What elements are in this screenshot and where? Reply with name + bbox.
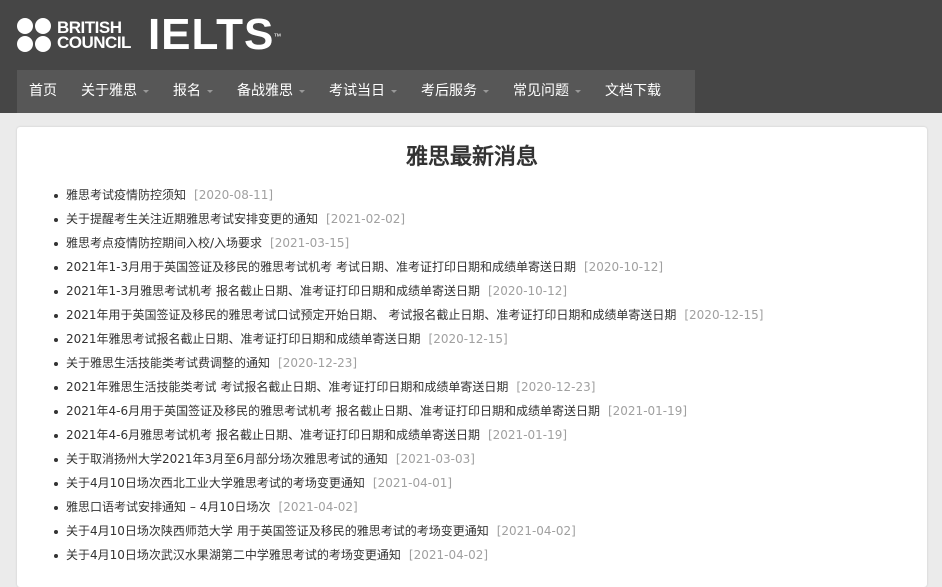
caret-down-icon [391,89,397,93]
news-link[interactable]: 关于提醒考生关注近期雅思考试安排变更的通知 [66,212,318,226]
bullet-icon [54,481,58,486]
news-item: 关于4月10日场次陕西师范大学 用于英国签证及移民的雅思考试的考场变更通知 [20… [54,519,927,543]
nav-item-0[interactable]: 首页 [17,70,69,113]
site-header: BRITISH COUNCIL IELTS ™ 首页 关于雅思 报名 备战雅思 考试当日 考… [0,0,942,113]
news-item: 关于取消扬州大学2021年3月至6月部分场次雅思考试的通知 [2021-03-03… [54,447,927,471]
british-council-wordmark: BRITISH COUNCIL [57,19,131,52]
nav-item-2[interactable]: 报名 [161,70,225,113]
news-item: 2021年雅思考试报名截止日期、准考证打印日期和成绩单寄送日期 [2020-12-… [54,327,927,351]
nav-item-label: 文档下载 [605,83,661,99]
news-link[interactable]: 2021年4-6月用于英国签证及移民的雅思考试机考 报名截止日期、准考证打印日期… [66,404,600,418]
nav-item-label: 关于雅思 [81,83,137,99]
news-link[interactable]: 关于4月10日场次陕西师范大学 用于英国签证及移民的雅思考试的考场变更通知 [66,524,489,538]
news-date: [2020-12-23] [278,356,358,370]
news-link[interactable]: 关于取消扬州大学2021年3月至6月部分场次雅思考试的通知 [66,452,388,466]
news-link[interactable]: 2021年雅思生活技能类考试 考试报名截止日期、准考证打印日期和成绩单寄送日期 [66,380,508,394]
caret-down-icon [207,89,213,93]
nav-item-label: 考后服务 [421,83,477,99]
news-date: [2020-08-11] [194,188,274,202]
news-item: 关于4月10日场次西北工业大学雅思考试的考场变更通知 [2021-04-01] [54,471,927,495]
ielts-logo[interactable]: IELTS ™ [147,10,281,59]
nav-item-label: 常见问题 [513,83,569,99]
caret-down-icon [483,89,489,93]
bullet-icon [54,265,58,270]
british-council-dots-icon [17,18,51,52]
bullet-icon [54,217,58,222]
news-date: [2020-12-15] [684,308,764,322]
nav-item-6[interactable]: 常见问题 [501,70,593,113]
news-link[interactable]: 关于4月10日场次西北工业大学雅思考试的考场变更通知 [66,476,365,490]
main-nav: 首页 关于雅思 报名 备战雅思 考试当日 考后服务 常见问题 文档下载 [17,70,695,113]
bullet-icon [54,433,58,438]
nav-item-label: 备战雅思 [237,83,293,99]
nav-item-4[interactable]: 考试当日 [317,70,409,113]
logo-row: BRITISH COUNCIL IELTS ™ [0,0,942,70]
bullet-icon [54,361,58,366]
news-date: [2020-10-12] [583,260,664,274]
nav-item-label: 报名 [173,83,201,99]
news-item: 雅思口语考试安排通知 – 4月10日场次 [2021-04-02] [54,495,927,519]
news-link[interactable]: 雅思考点疫情防控期间入校/入场要求 [66,236,262,250]
bullet-icon [54,241,58,246]
news-date: [2021-04-02] [278,500,358,514]
news-link[interactable]: 2021年4-6月雅思考试机考 报名截止日期、准考证打印日期和成绩单寄送日期 [66,428,480,442]
news-date: [2021-04-02] [408,548,489,562]
news-link[interactable]: 雅思口语考试安排通知 – 4月10日场次 [66,500,271,514]
news-item: 2021年1-3月用于英国签证及移民的雅思考试机考 考试日期、准考证打印日期和成… [54,255,927,279]
nav-item-label: 首页 [29,83,57,99]
news-panel: 雅思最新消息 雅思考试疫情防控须知 [2020-08-11] 关于提醒考生关注近期雅… [17,127,927,587]
nav-item-5[interactable]: 考后服务 [409,70,501,113]
news-link[interactable]: 关于4月10日场次武汉水果湖第二中学雅思考试的考场变更通知 [66,548,401,562]
news-item: 2021年4-6月用于英国签证及移民的雅思考试机考 报名截止日期、准考证打印日期… [54,399,927,423]
nav-item-label: 考试当日 [329,83,385,99]
news-date: [2021-01-19] [607,404,688,418]
news-date: [2021-03-15] [270,236,350,250]
news-link[interactable]: 关于雅思生活技能类考试费调整的通知 [66,356,270,370]
bullet-icon [54,409,58,414]
bc-line2: COUNCIL [57,33,131,52]
news-item: 雅思考试疫情防控须知 [2020-08-11] [54,183,927,207]
news-date: [2021-03-03] [395,452,475,466]
news-date: [2021-01-19] [487,428,568,442]
bullet-icon [54,385,58,390]
bullet-icon [54,529,58,534]
caret-down-icon [299,89,305,93]
bullet-icon [54,289,58,294]
news-date: [2020-12-23] [516,380,596,394]
nav-item-3[interactable]: 备战雅思 [225,70,317,113]
news-date: [2020-12-15] [428,332,508,346]
news-item: 关于提醒考生关注近期雅思考试安排变更的通知 [2021-02-02] [54,207,927,231]
trademark-symbol: ™ [273,32,283,41]
news-date: [2021-02-02] [326,212,406,226]
news-date: [2021-04-02] [496,524,576,538]
bullet-icon [54,505,58,510]
news-item: 关于雅思生活技能类考试费调整的通知 [2020-12-23] [54,351,927,375]
bullet-icon [54,313,58,318]
bullet-icon [54,337,58,342]
news-list: 雅思考试疫情防控须知 [2020-08-11] 关于提醒考生关注近期雅思考试安排变更… [17,183,927,567]
bullet-icon [54,457,58,462]
news-item: 2021年用于英国签证及移民的雅思考试口试预定开始日期、 考试报名截止日期、准考… [54,303,927,327]
news-item: 2021年雅思生活技能类考试 考试报名截止日期、准考证打印日期和成绩单寄送日期 [… [54,375,927,399]
bullet-icon [54,193,58,198]
nav-item-7[interactable]: 文档下载 [593,70,673,113]
news-link[interactable]: 2021年1-3月雅思考试机考 报名截止日期、准考证打印日期和成绩单寄送日期 [66,284,480,298]
news-link[interactable]: 2021年用于英国签证及移民的雅思考试口试预定开始日期、 考试报名截止日期、准考… [66,308,676,322]
news-item: 雅思考点疫情防控期间入校/入场要求 [2021-03-15] [54,231,927,255]
news-item: 2021年4-6月雅思考试机考 报名截止日期、准考证打印日期和成绩单寄送日期 [2… [54,423,927,447]
caret-down-icon [575,89,581,93]
page-title: 雅思最新消息 [405,145,538,170]
news-date: [2020-10-12] [487,284,568,298]
news-item: 2021年1-3月雅思考试机考 报名截止日期、准考证打印日期和成绩单寄送日期 [2… [54,279,927,303]
bullet-icon [54,553,58,558]
news-link[interactable]: 2021年雅思考试报名截止日期、准考证打印日期和成绩单寄送日期 [66,332,421,346]
news-date: [2021-04-01] [372,476,453,490]
nav-item-1[interactable]: 关于雅思 [69,70,161,113]
caret-down-icon [143,89,149,93]
british-council-logo[interactable]: BRITISH COUNCIL [17,18,131,52]
news-link[interactable]: 雅思考试疫情防控须知 [66,188,186,202]
ielts-wordmark: IELTS [147,10,275,59]
news-item: 关于4月10日场次武汉水果湖第二中学雅思考试的考场变更通知 [2021-04-02… [54,543,927,567]
news-link[interactable]: 2021年1-3月用于英国签证及移民的雅思考试机考 考试日期、准考证打印日期和成… [66,260,576,274]
